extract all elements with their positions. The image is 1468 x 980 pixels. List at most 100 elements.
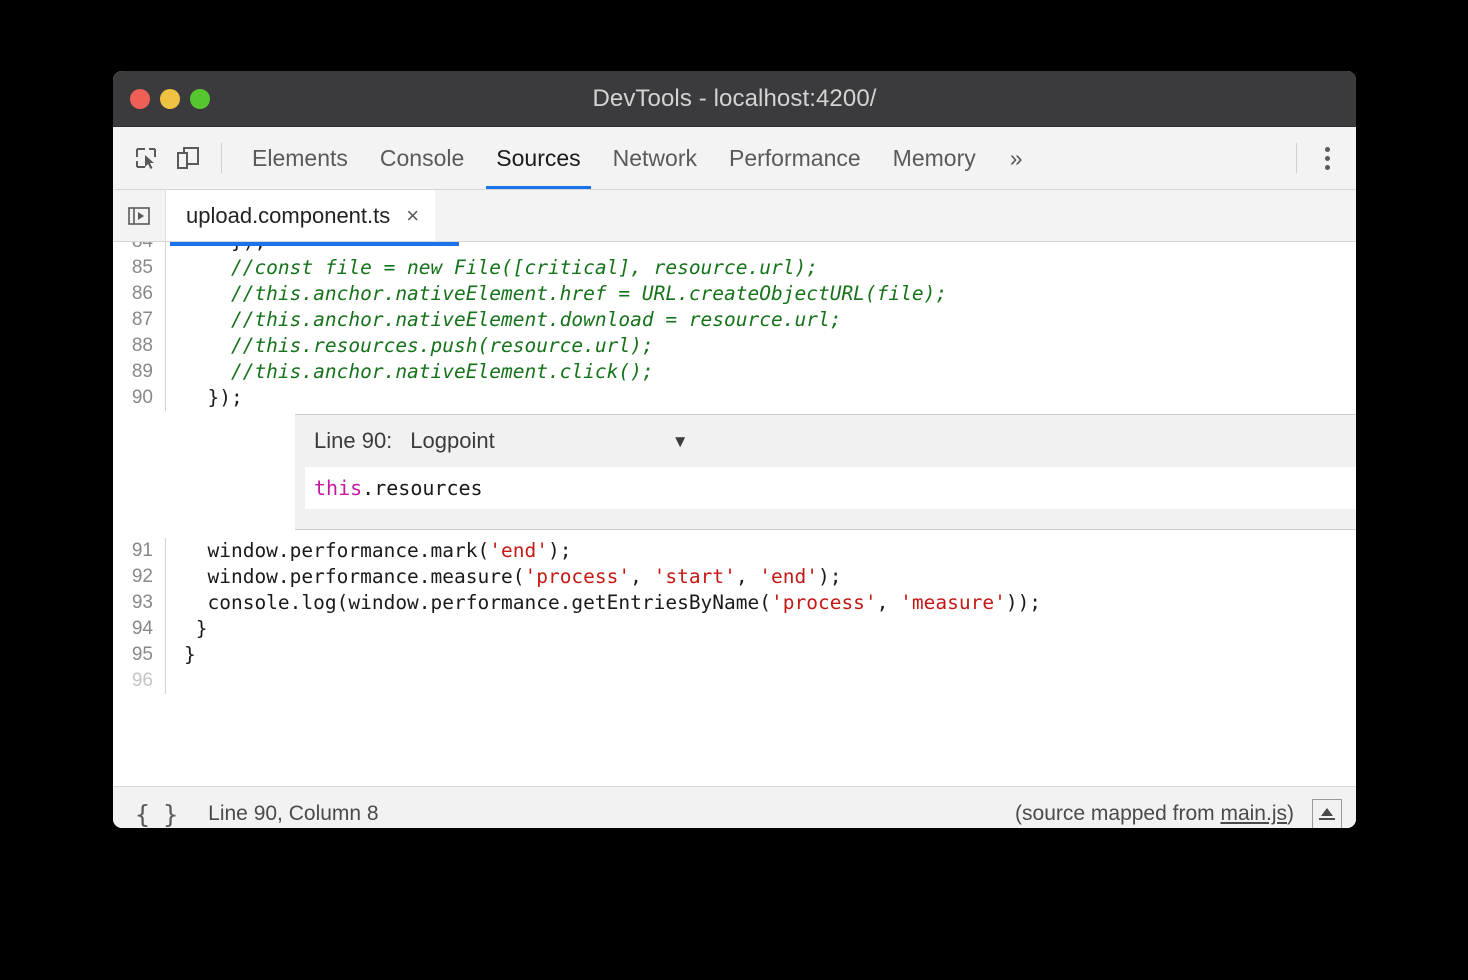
line-number: 90 (113, 385, 166, 411)
line-number: 85 (113, 255, 166, 281)
kebab-menu-icon[interactable] (1319, 141, 1356, 176)
line-number: 89 (113, 359, 166, 385)
logpoint-editor-widget[interactable]: Line 90: Logpoint ▼ this.resources (295, 414, 1356, 530)
logpoint-header: Line 90: Logpoint ▼ (295, 415, 1356, 467)
line-number: 94 (113, 616, 166, 642)
line-code: //this.anchor.nativeElement.href = URL.c… (174, 281, 947, 307)
file-tab-upload-component-ts[interactable]: upload.component.ts × (166, 190, 435, 241)
widget-gap (113, 530, 1356, 538)
devtools-window: DevTools - localhost:4200/ Elements Cons… (113, 71, 1356, 828)
inspect-element-icon[interactable] (127, 139, 165, 177)
code-line: 94 } (113, 616, 1356, 642)
file-tabstrip: upload.component.ts × (113, 190, 1356, 242)
line-number: 91 (113, 538, 166, 564)
more-tabs-icon[interactable]: » (992, 127, 1037, 189)
window-title: DevTools - localhost:4200/ (113, 85, 1356, 113)
source-map-prefix: (source mapped from (1015, 802, 1220, 825)
line-code: window.performance.mark('end'); (174, 538, 571, 564)
drawer-bar (1319, 818, 1335, 820)
code-token: ); (548, 539, 571, 562)
tab-memory[interactable]: Memory (877, 127, 992, 189)
code-token: , (877, 591, 900, 614)
source-map-suffix: ) (1287, 802, 1294, 825)
line-number: 86 (113, 281, 166, 307)
maximize-window-button[interactable] (190, 89, 210, 109)
tab-sources[interactable]: Sources (480, 127, 596, 189)
logpoint-line-label: Line 90: (314, 428, 392, 454)
code-line: 96 (113, 668, 1356, 694)
line-code: //this.anchor.nativeElement.click(); (174, 359, 654, 385)
logpoint-type-label[interactable]: Logpoint (410, 428, 494, 454)
code-line: 89 //this.anchor.nativeElement.click(); (113, 359, 1356, 385)
code-line: 95 } (113, 642, 1356, 668)
logpoint-expression-input[interactable]: this.resources (305, 467, 1356, 509)
code-line: 90 }); (113, 385, 1356, 411)
show-navigator-icon[interactable] (113, 190, 166, 241)
code-token-string: 'process' (771, 591, 877, 614)
device-toolbar-icon[interactable] (169, 139, 207, 177)
line-code: window.performance.measure('process', 's… (174, 564, 841, 590)
line-code: //this.resources.push(resource.url); (174, 333, 654, 359)
line-number: 93 (113, 590, 166, 616)
line-number: 88 (113, 333, 166, 359)
panel-tabs: Elements Console Sources Network Perform… (236, 127, 1037, 189)
statusbar-right-group: (source mapped from main.js) (1015, 799, 1342, 828)
code-token-string: 'end' (489, 539, 548, 562)
toolbar-right-divider (1296, 143, 1297, 173)
pretty-print-icon[interactable]: { } (135, 800, 177, 829)
toolbar-right-group (1296, 127, 1356, 189)
code-line: 85 //const file = new File([critical], r… (113, 255, 1356, 281)
code-line: 88 //this.resources.push(resource.url); (113, 333, 1356, 359)
code-token-string: 'start' (654, 565, 736, 588)
source-map-info: (source mapped from main.js) (1015, 802, 1294, 826)
code-token-string: 'process' (524, 565, 630, 588)
code-line: 93 console.log(window.performance.getEnt… (113, 590, 1356, 616)
editor-statusbar: { } Line 90, Column 8 (source mapped fro… (113, 786, 1356, 828)
drawer-triangle (1321, 808, 1333, 816)
logpoint-expression-rest: .resources (362, 476, 482, 500)
logpoint-expression-keyword: this (314, 476, 362, 500)
code-token: )); (1006, 591, 1041, 614)
code-line: 87 //this.anchor.nativeElement.download … (113, 307, 1356, 333)
code-token-string: 'end' (759, 565, 818, 588)
line-number: 96 (113, 668, 166, 694)
minimize-window-button[interactable] (160, 89, 180, 109)
line-number: 95 (113, 642, 166, 668)
traffic-lights (130, 89, 210, 109)
code-token: console.log(window.performance.getEntrie… (184, 591, 771, 614)
code-token: window.performance.mark( (184, 539, 489, 562)
chevron-down-icon[interactable]: ▼ (672, 433, 689, 450)
source-map-link[interactable]: main.js (1220, 802, 1287, 825)
code-token: window.performance.measure( (184, 565, 524, 588)
window-titlebar: DevTools - localhost:4200/ (113, 71, 1356, 127)
code-token-string: 'measure' (900, 591, 1006, 614)
code-lines: 84 }); 85 //const file = new File([criti… (113, 242, 1356, 786)
line-code: console.log(window.performance.getEntrie… (174, 590, 1041, 616)
line-number: 92 (113, 564, 166, 590)
code-token: ); (818, 565, 841, 588)
line-code: } (174, 616, 207, 642)
code-line: 92 window.performance.measure('process',… (113, 564, 1356, 590)
toolbar-divider (221, 143, 222, 173)
code-line: 86 //this.anchor.nativeElement.href = UR… (113, 281, 1356, 307)
line-number: 87 (113, 307, 166, 333)
code-line: 91 window.performance.mark('end'); (113, 538, 1356, 564)
tab-elements[interactable]: Elements (236, 127, 364, 189)
logpoint-footer-spacer (295, 509, 1356, 529)
tab-network[interactable]: Network (597, 127, 713, 189)
close-icon[interactable]: × (406, 205, 419, 227)
tab-console[interactable]: Console (364, 127, 480, 189)
code-token: , (630, 565, 653, 588)
tab-performance[interactable]: Performance (713, 127, 877, 189)
file-tab-label: upload.component.ts (186, 203, 390, 229)
cursor-position-label: Line 90, Column 8 (208, 802, 378, 826)
show-drawer-icon[interactable] (1312, 799, 1342, 828)
active-tab-indicator (170, 242, 459, 246)
source-editor[interactable]: 84 }); 85 //const file = new File([criti… (113, 242, 1356, 786)
line-code: //const file = new File([critical], reso… (174, 255, 818, 281)
code-token: , (736, 565, 759, 588)
line-number: 84 (113, 242, 166, 255)
line-code: //this.anchor.nativeElement.download = r… (174, 307, 841, 333)
close-window-button[interactable] (130, 89, 150, 109)
line-code: } (174, 642, 196, 668)
